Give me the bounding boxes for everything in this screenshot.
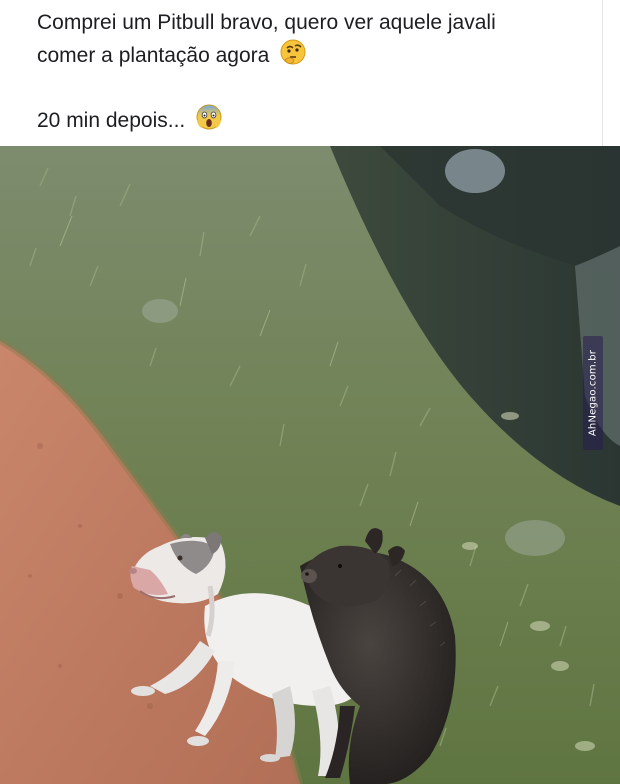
site-watermark: AhNegao.com.br: [583, 336, 603, 450]
caption-line-3-wrap: 20 min depois...: [37, 103, 600, 140]
divider: [602, 0, 603, 146]
caption-line-3: 20 min depois...: [37, 109, 186, 133]
caption-line-2-wrap: comer a plantação agora: [37, 38, 600, 75]
watermark-text: AhNegao.com.br: [587, 349, 599, 437]
caption-line-2: comer a plantação agora: [37, 44, 270, 68]
screaming-face-icon: [195, 103, 223, 140]
post-caption: Comprei um Pitbull bravo, quero ver aque…: [0, 0, 620, 146]
meme-post: Comprei um Pitbull bravo, quero ver aque…: [0, 0, 620, 784]
thinking-face-icon: [279, 38, 307, 75]
pitbull-boar-photo: [0, 146, 620, 784]
caption-line-1: Comprei um Pitbull bravo, quero ver aque…: [37, 11, 496, 34]
